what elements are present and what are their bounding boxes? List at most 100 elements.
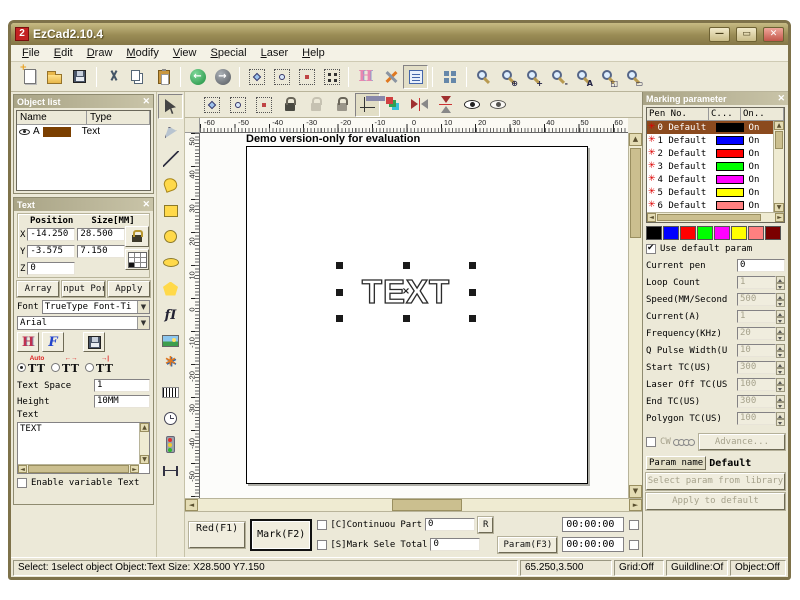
open-button[interactable] bbox=[42, 65, 67, 89]
speed-mm-second-input[interactable]: 500 bbox=[737, 293, 776, 306]
canvas-hscrollbar[interactable]: ◄ ► bbox=[185, 498, 642, 511]
select-param-library-button[interactable]: Select param from library bbox=[646, 473, 785, 490]
z-position-input[interactable]: 0 bbox=[27, 262, 75, 275]
close-icon[interactable]: ✕ bbox=[142, 199, 150, 210]
spinner-icon[interactable] bbox=[776, 344, 785, 358]
eye-show-button[interactable] bbox=[459, 93, 484, 117]
tool-select[interactable] bbox=[158, 94, 183, 119]
textarea-vscrollbar[interactable]: ▲▼ bbox=[139, 423, 149, 464]
loop-count-input[interactable]: 1 bbox=[737, 276, 776, 289]
scroll-up-icon[interactable]: ▲ bbox=[629, 133, 642, 146]
node-frame-button[interactable] bbox=[225, 93, 250, 117]
pen-row[interactable]: ✳5 DefaultOn bbox=[647, 186, 773, 199]
tool-polygon[interactable] bbox=[158, 276, 183, 301]
x-size-input[interactable]: 28.500 bbox=[77, 228, 125, 241]
zoom-pan-button[interactable]: ⊕ bbox=[496, 65, 521, 89]
tool-measure[interactable] bbox=[158, 458, 183, 483]
selection-handle[interactable] bbox=[469, 289, 476, 296]
menu-view[interactable]: View bbox=[166, 46, 204, 60]
pen-row[interactable]: ✳0 DefaultOn bbox=[647, 121, 773, 134]
on-column[interactable]: On.. bbox=[741, 108, 784, 120]
param-list-button[interactable] bbox=[403, 65, 428, 89]
color-swatch[interactable] bbox=[646, 226, 662, 240]
sel-grid-button[interactable] bbox=[319, 65, 344, 89]
frequency-khz--input[interactable]: 20 bbox=[737, 327, 776, 340]
mirror-h-button[interactable] bbox=[407, 93, 432, 117]
hscroll-thumb[interactable] bbox=[392, 499, 462, 511]
object-list-row[interactable]: A Text bbox=[17, 125, 150, 138]
name-column-header[interactable]: Name bbox=[17, 111, 87, 124]
close-button[interactable]: ✕ bbox=[763, 27, 784, 42]
font-type-select[interactable]: TrueType Font-Ti ▼ bbox=[42, 300, 150, 314]
scroll-right-icon[interactable]: ► bbox=[629, 499, 642, 511]
menu-laser[interactable]: Laser bbox=[254, 46, 296, 60]
param-f3-button[interactable]: Param(F3) bbox=[498, 537, 557, 553]
polygon-tc-us--input[interactable]: 100 bbox=[737, 412, 776, 425]
tool-clock[interactable] bbox=[158, 406, 183, 431]
spinner-icon[interactable] bbox=[776, 378, 785, 392]
zoom-all-button[interactable]: A bbox=[571, 65, 596, 89]
pen-row[interactable]: ✳1 DefaultOn bbox=[647, 134, 773, 147]
advance-button[interactable]: Advance... bbox=[699, 434, 785, 450]
visibility-eye-icon[interactable] bbox=[19, 129, 30, 135]
color-swatch[interactable] bbox=[680, 226, 696, 240]
tools-button[interactable] bbox=[378, 65, 403, 89]
canvas-area[interactable]: Demo version-only for evaluation TEXT × bbox=[200, 133, 628, 498]
y-size-input[interactable]: 7.150 bbox=[77, 245, 125, 258]
pen-row[interactable]: ✳3 DefaultOn bbox=[647, 160, 773, 173]
align-space-radio[interactable] bbox=[51, 363, 60, 372]
spinner-icon[interactable] bbox=[776, 361, 785, 375]
red-f1-button[interactable]: Red(F1) bbox=[189, 522, 245, 548]
new-button[interactable] bbox=[17, 65, 42, 89]
close-icon[interactable]: ✕ bbox=[777, 93, 785, 104]
part-count-input[interactable]: 0 bbox=[425, 518, 475, 531]
save-button[interactable] bbox=[67, 65, 92, 89]
mark-f2-button[interactable]: Mark(F2) bbox=[250, 519, 312, 551]
zoom-out-button[interactable]: - bbox=[546, 65, 571, 89]
anchor-grid-button[interactable] bbox=[125, 249, 149, 270]
sel-dots-button[interactable] bbox=[294, 65, 319, 89]
continuous-checkbox[interactable] bbox=[317, 520, 327, 530]
align-auto-radio[interactable] bbox=[17, 363, 26, 372]
type-column-header[interactable]: Type bbox=[87, 111, 150, 124]
work-page[interactable]: Demo version-only for evaluation TEXT × bbox=[246, 146, 588, 484]
pen-no-column[interactable]: Pen No. bbox=[647, 108, 709, 120]
menu-modify[interactable]: Modify bbox=[119, 46, 165, 60]
apply-to-default-button[interactable]: Apply to default bbox=[646, 493, 785, 510]
tool-text[interactable] bbox=[158, 302, 183, 327]
height-input[interactable]: 10MM bbox=[94, 395, 150, 408]
cw-checkbox[interactable] bbox=[646, 437, 656, 447]
pen-row[interactable]: ✳6 DefaultOn bbox=[647, 199, 773, 212]
mirror-v-button[interactable] bbox=[433, 93, 458, 117]
status-grid-toggle[interactable]: Grid:Off bbox=[614, 560, 664, 576]
spinner-icon[interactable] bbox=[776, 310, 785, 324]
x-position-input[interactable]: -14.250 bbox=[27, 228, 75, 241]
hatch-button[interactable] bbox=[353, 65, 378, 89]
current-pen-input[interactable]: 0 bbox=[737, 259, 785, 272]
total-count-input[interactable]: 0 bbox=[430, 538, 480, 551]
align-width-radio[interactable] bbox=[85, 363, 94, 372]
status-object-toggle[interactable]: Object:Off bbox=[730, 560, 786, 576]
zoom-in-button[interactable]: + bbox=[521, 65, 546, 89]
group-frame-button[interactable] bbox=[199, 93, 224, 117]
start-tc-us--input[interactable]: 300 bbox=[737, 361, 776, 374]
selection-handle[interactable] bbox=[403, 315, 410, 322]
reset-part-button[interactable]: R bbox=[478, 517, 493, 533]
minimize-button[interactable]: — bbox=[709, 27, 730, 42]
textarea-hscrollbar[interactable]: ◄► bbox=[18, 464, 139, 473]
color-swatch[interactable] bbox=[697, 226, 713, 240]
tool-io[interactable] bbox=[158, 432, 183, 457]
maximize-button[interactable]: ▭ bbox=[736, 27, 757, 42]
q-pulse-width-u-input[interactable]: 10 bbox=[737, 344, 776, 357]
color-swatch[interactable] bbox=[765, 226, 781, 240]
text-space-input[interactable]: 1 bbox=[94, 379, 150, 392]
spinner-icon[interactable] bbox=[776, 293, 785, 307]
menu-help[interactable]: Help bbox=[295, 46, 332, 60]
spinner-icon[interactable] bbox=[776, 412, 785, 426]
aspect-lock-button[interactable] bbox=[125, 226, 149, 247]
laser-off-tc-us-input[interactable]: 100 bbox=[737, 378, 776, 391]
menu-special[interactable]: Special bbox=[203, 46, 253, 60]
scroll-left-icon[interactable]: ◄ bbox=[185, 499, 198, 511]
eye-hide-button[interactable] bbox=[485, 93, 510, 117]
current-a--input[interactable]: 1 bbox=[737, 310, 776, 323]
